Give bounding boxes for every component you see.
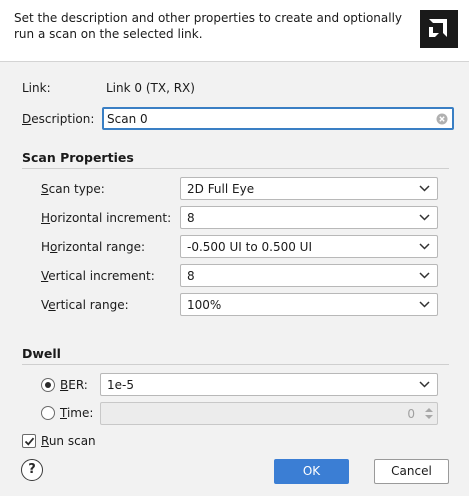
vertical-range-dropdown[interactable]: 100%	[180, 293, 438, 316]
vertical-range-label-rest: rtical range:	[55, 298, 129, 312]
clear-icon[interactable]	[436, 113, 448, 125]
horizontal-range-label-rest: rizontal range:	[57, 240, 146, 254]
horizontal-increment-value: 8	[187, 211, 195, 225]
time-label[interactable]: Time:	[60, 406, 93, 420]
checkmark-icon	[24, 437, 35, 446]
horizontal-increment-mnemonic: H	[41, 211, 51, 225]
description-label-rest: escription:	[31, 112, 95, 126]
ber-mnemonic: B	[60, 378, 69, 392]
dwell-divider	[22, 364, 449, 365]
vertical-increment-value: 8	[187, 269, 195, 283]
scan-type-value: 2D Full Eye	[187, 182, 255, 196]
ber-label[interactable]: BER:	[60, 378, 88, 392]
time-spinner: 0	[100, 402, 438, 425]
time-label-rest: ime:	[66, 406, 94, 420]
ok-button[interactable]: OK	[274, 459, 349, 484]
ber-label-rest: ER:	[68, 378, 88, 392]
chevron-down-icon	[419, 272, 430, 279]
ber-radio[interactable]	[41, 378, 55, 392]
run-scan-mnemonic: R	[41, 434, 49, 448]
link-value: Link 0 (TX, RX)	[106, 81, 195, 95]
horizontal-range-label: Horizontal range:	[41, 240, 145, 254]
horizontal-increment-label: Horizontal increment:	[41, 211, 171, 225]
help-icon[interactable]: ?	[21, 459, 43, 481]
spinner-arrows-icon	[425, 408, 433, 419]
vertical-range-label: Vertical range:	[41, 298, 129, 312]
amd-logo	[420, 10, 458, 48]
vertical-range-value: 100%	[187, 298, 222, 312]
scan-properties-divider	[22, 168, 449, 169]
horizontal-increment-dropdown[interactable]: 8	[180, 206, 438, 229]
description-label: Description:	[22, 112, 94, 126]
scan-properties-title: Scan Properties	[22, 150, 134, 165]
time-radio[interactable]	[41, 406, 55, 420]
time-mnemonic: T	[60, 406, 67, 420]
cancel-button[interactable]: Cancel	[374, 459, 449, 484]
ber-value: 1e-5	[107, 378, 134, 392]
run-scan-checkbox[interactable]	[22, 434, 36, 448]
vertical-range-mnemonic: e	[48, 298, 56, 312]
time-value: 0	[407, 407, 415, 421]
description-field[interactable]: Scan 0	[102, 107, 454, 130]
chevron-down-icon	[419, 185, 430, 192]
vertical-increment-label: Vertical increment:	[41, 269, 155, 283]
description-value: Scan 0	[107, 112, 148, 126]
scan-type-label: Scan type:	[41, 182, 105, 196]
scan-type-dropdown[interactable]: 2D Full Eye	[180, 177, 438, 200]
scan-type-label-rest: can type:	[48, 182, 105, 196]
vertical-increment-label-rest: ertical increment:	[48, 269, 155, 283]
dialog-header: Set the description and other properties…	[0, 0, 469, 62]
scan-type-mnemonic: S	[41, 182, 49, 196]
link-label: Link:	[22, 81, 51, 95]
run-scan-label[interactable]: Run scan	[41, 434, 96, 448]
vertical-increment-dropdown[interactable]: 8	[180, 264, 438, 287]
chevron-down-icon	[419, 301, 430, 308]
ber-dropdown[interactable]: 1e-5	[100, 373, 438, 396]
horizontal-range-label-pre: H	[41, 240, 51, 254]
horizontal-range-dropdown[interactable]: -0.500 UI to 0.500 UI	[180, 235, 438, 258]
header-description: Set the description and other properties…	[14, 11, 403, 41]
dwell-title: Dwell	[22, 346, 61, 361]
horizontal-range-value: -0.500 UI to 0.500 UI	[187, 240, 312, 254]
chevron-down-icon	[419, 243, 430, 250]
horizontal-increment-label-rest: orizontal increment:	[50, 211, 172, 225]
chevron-down-icon	[419, 214, 430, 221]
run-scan-label-rest: un scan	[48, 434, 96, 448]
chevron-down-icon	[419, 381, 430, 388]
description-mnemonic: D	[22, 112, 32, 126]
